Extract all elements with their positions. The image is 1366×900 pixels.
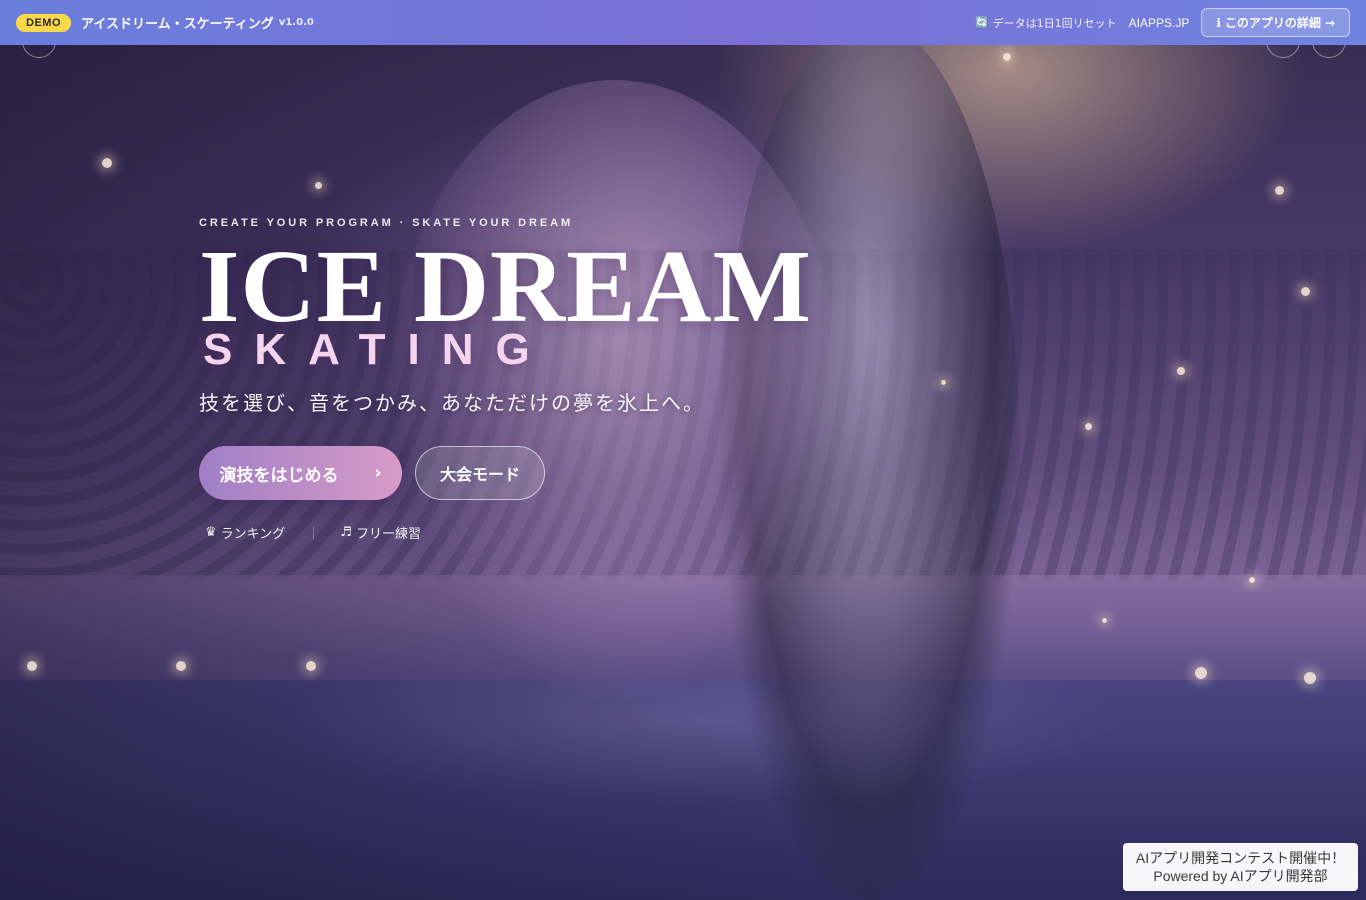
crown-icon: ♛ bbox=[205, 525, 217, 540]
demo-badge: DEMO bbox=[16, 13, 71, 32]
chevron-right-icon: › bbox=[374, 463, 382, 483]
arrow-right-icon: → bbox=[1324, 15, 1335, 30]
info-icon: ℹ bbox=[1216, 15, 1221, 30]
sparkle bbox=[1304, 672, 1316, 684]
tournament-mode-button[interactable]: 大会モード bbox=[415, 446, 545, 500]
sparkle bbox=[1301, 287, 1310, 296]
reset-note: 🔄 データは1日1回リセット bbox=[975, 15, 1117, 31]
sparkle bbox=[176, 661, 186, 671]
sparkle bbox=[102, 158, 112, 168]
sparkle bbox=[1085, 423, 1092, 430]
sparkle bbox=[27, 661, 37, 671]
sparkle bbox=[941, 380, 946, 385]
sparkle bbox=[1003, 53, 1011, 61]
sparkle bbox=[1275, 186, 1284, 195]
sparkle bbox=[1249, 577, 1255, 583]
start-performance-label: 演技をはじめる bbox=[219, 465, 339, 486]
promo-line-1: AIアプリ開発コンテスト開催中！ bbox=[1135, 850, 1346, 866]
start-performance-button[interactable]: 演技をはじめる › bbox=[199, 446, 402, 500]
app-title: アイスドリーム・スケーティング bbox=[81, 17, 274, 32]
link-separator: ｜ bbox=[307, 527, 321, 542]
free-practice-link-label: フリー練習 bbox=[355, 527, 421, 542]
hero-section: CREATE YOUR PROGRAM · SKATE YOUR DREAM I… bbox=[199, 217, 812, 542]
reset-note-text: データは1日1回リセット bbox=[992, 16, 1117, 30]
site-link[interactable]: AIAPPS.JP bbox=[1129, 16, 1190, 30]
hero-tagline: CREATE YOUR PROGRAM · SKATE YOUR DREAM bbox=[199, 217, 574, 229]
app-details-label: このアプリの詳細 bbox=[1224, 16, 1321, 30]
sparkle bbox=[1102, 618, 1107, 623]
free-practice-link[interactable]: ♬ フリー練習 bbox=[340, 523, 421, 542]
hero-title-main: ICE DREAM bbox=[199, 229, 812, 344]
secondary-links: ♛ ランキング ｜ ♬ フリー練習 bbox=[205, 523, 812, 542]
demo-topbar: DEMO アイスドリーム・スケーティング v1.0.0 🔄 データは1日1回リセ… bbox=[0, 0, 1366, 45]
sparkle bbox=[315, 182, 322, 189]
sparkle bbox=[306, 661, 316, 671]
sparkle bbox=[1195, 667, 1207, 679]
promo-line-2: Powered by AIアプリ開発部 bbox=[1153, 868, 1328, 884]
hero-subtitle: 技を選び、音をつかみ、あなただけの夢を氷上へ。 bbox=[199, 391, 705, 415]
sparkle bbox=[1177, 367, 1185, 375]
ranking-link[interactable]: ♛ ランキング bbox=[205, 523, 285, 542]
ranking-link-label: ランキング bbox=[220, 527, 286, 542]
app-details-button[interactable]: ℹ このアプリの詳細 → bbox=[1201, 8, 1350, 37]
app-version: v1.0.0 bbox=[278, 17, 314, 28]
music-note-icon: ♬ bbox=[340, 525, 352, 540]
cta-row: 演技をはじめる › 大会モード bbox=[199, 446, 812, 500]
refresh-icon: 🔄 bbox=[974, 16, 989, 29]
contest-promo-banner[interactable]: AIアプリ開発コンテスト開催中！ Powered by AIアプリ開発部 bbox=[1123, 843, 1358, 891]
